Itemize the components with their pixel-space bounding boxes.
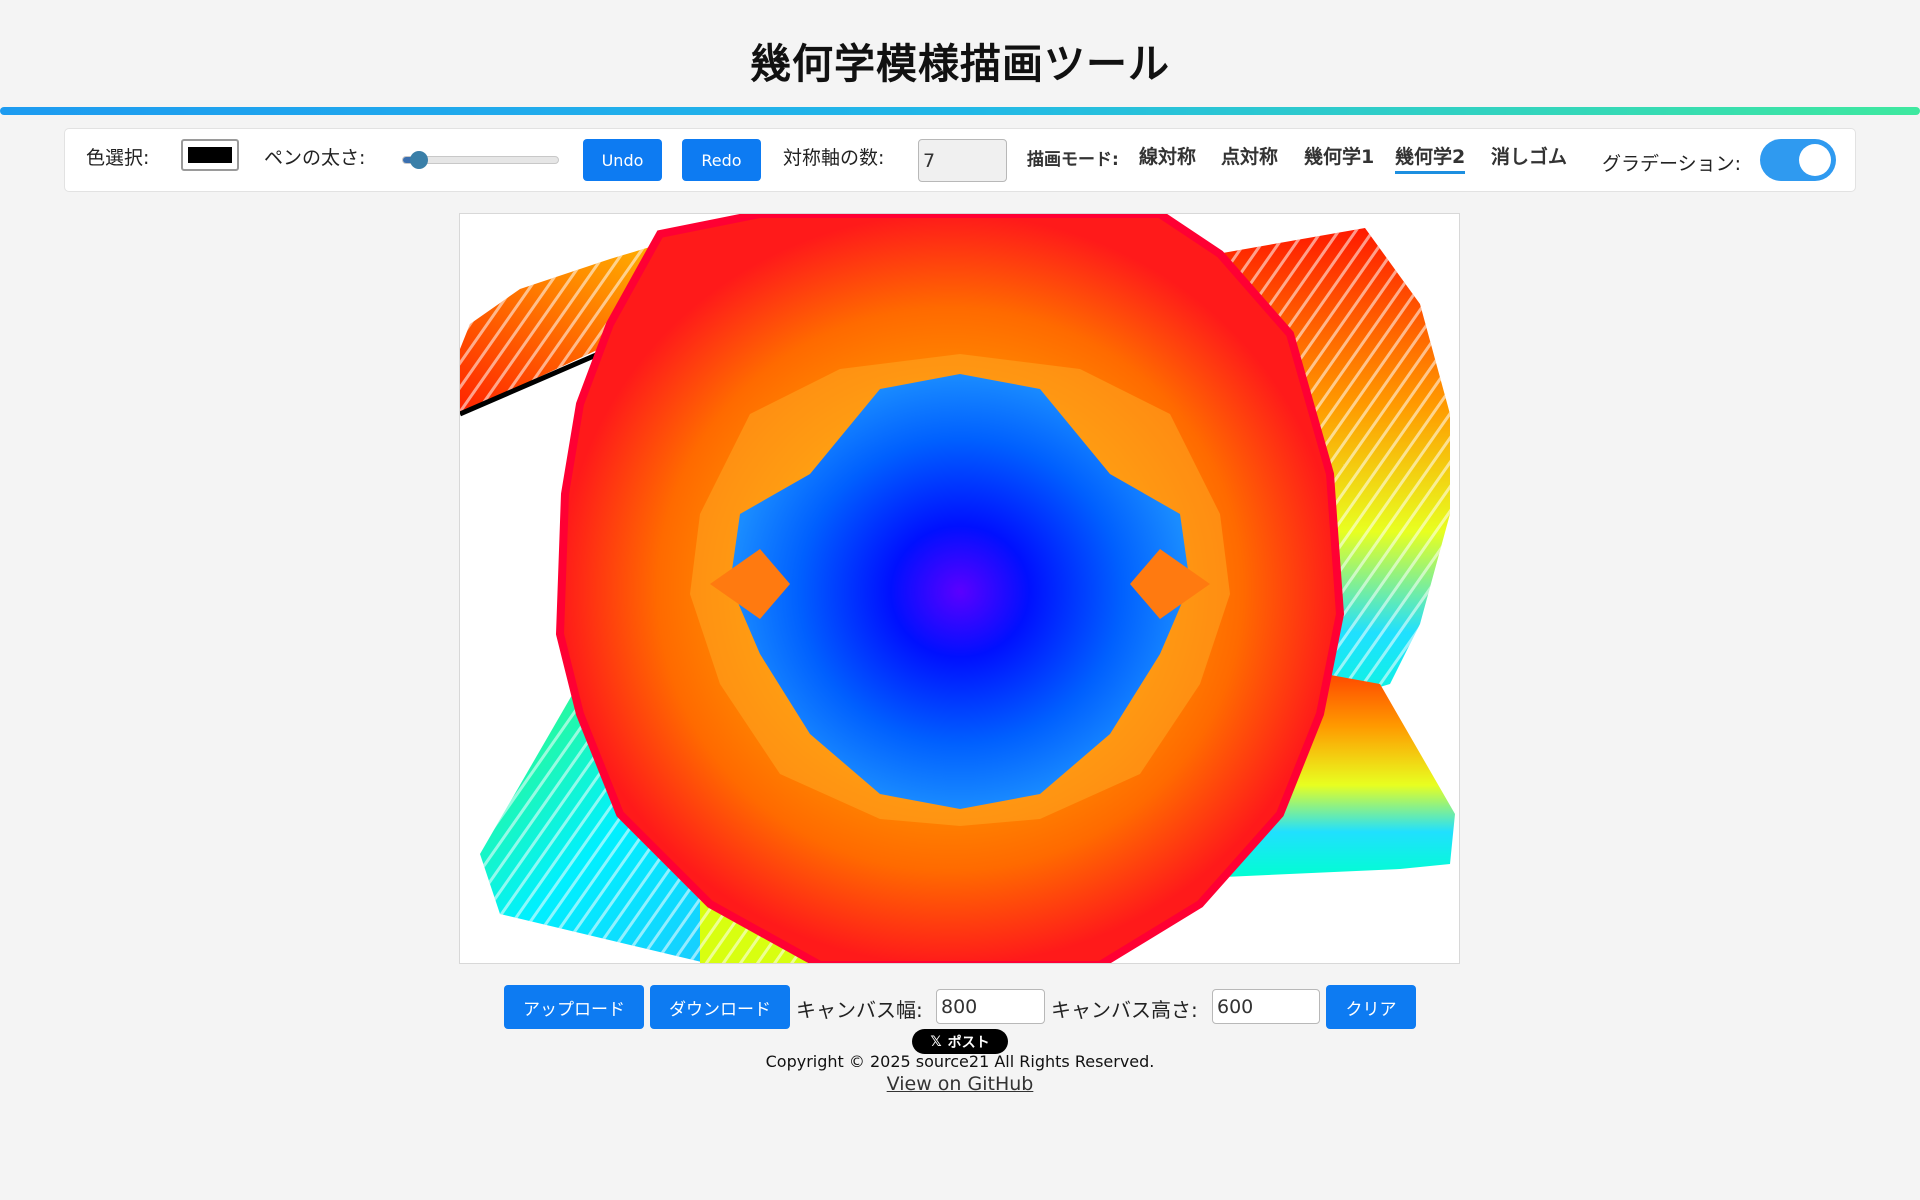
page-title: 幾何学模様描画ツール — [750, 40, 1170, 88]
symmetry-axes-input[interactable]: 7 — [918, 139, 1007, 182]
color-label: 色選択: — [86, 147, 150, 169]
canvas-width-label: キャンバス幅: — [796, 998, 923, 1022]
upload-button[interactable]: アップロード — [504, 985, 644, 1029]
clear-button[interactable]: クリア — [1326, 985, 1416, 1029]
canvas-height-input[interactable]: 600 — [1212, 989, 1320, 1024]
mode-point-symmetry[interactable]: 点対称 — [1221, 142, 1278, 169]
gradient-label: グラデーション: — [1602, 153, 1742, 175]
color-picker-swatch — [188, 147, 232, 163]
github-link[interactable]: View on GitHub — [887, 1073, 1034, 1095]
draw-mode-label: 描画モード: — [1027, 150, 1119, 170]
pen-width-slider-thumb[interactable] — [410, 151, 428, 169]
symmetry-axes-label: 対称軸の数: — [783, 147, 885, 169]
gradient-toggle-knob — [1799, 144, 1831, 176]
x-post-button[interactable]: 𝕏 ポスト — [912, 1029, 1008, 1054]
redo-button[interactable]: Redo — [682, 139, 761, 181]
gradient-toggle[interactable] — [1760, 139, 1836, 181]
mode-geometry-2[interactable]: 幾何学2 — [1395, 142, 1466, 174]
github-link-row: View on GitHub — [0, 1073, 1920, 1095]
drawing-canvas[interactable] — [459, 213, 1460, 964]
post-label: ポスト — [947, 1034, 990, 1051]
mode-line-symmetry[interactable]: 線対称 — [1139, 142, 1196, 169]
pen-width-label: ペンの太さ: — [264, 147, 366, 169]
mode-geometry-1[interactable]: 幾何学1 — [1304, 142, 1374, 169]
color-picker[interactable] — [181, 139, 239, 171]
mode-eraser[interactable]: 消しゴム — [1491, 142, 1567, 169]
title-gradient-divider — [0, 107, 1920, 115]
download-button[interactable]: ダウンロード — [650, 985, 790, 1029]
canvas-artwork — [460, 214, 1455, 963]
canvas-height-label: キャンバス高さ: — [1051, 998, 1198, 1022]
undo-button[interactable]: Undo — [583, 139, 662, 181]
canvas-width-input[interactable]: 800 — [936, 989, 1045, 1024]
x-logo-icon: 𝕏 — [930, 1033, 942, 1050]
copyright-text: Copyright © 2025 source21 All Rights Res… — [765, 1052, 1155, 1071]
